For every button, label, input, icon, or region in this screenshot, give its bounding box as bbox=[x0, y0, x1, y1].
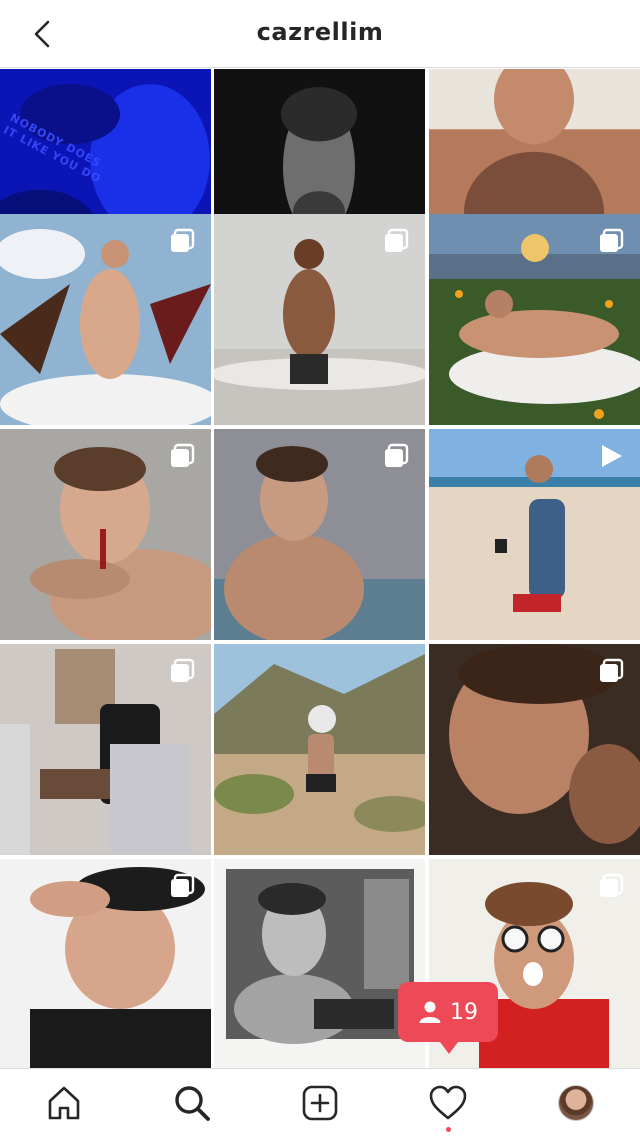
add-post-icon bbox=[302, 1085, 338, 1121]
carousel-icon bbox=[600, 658, 624, 682]
grid-post[interactable] bbox=[214, 214, 425, 425]
tab-profile[interactable] bbox=[556, 1083, 596, 1123]
carousel-icon bbox=[171, 873, 195, 897]
carousel-icon bbox=[171, 228, 195, 252]
grid-post[interactable] bbox=[429, 429, 640, 640]
video-icon bbox=[602, 445, 622, 467]
home-icon bbox=[48, 1086, 80, 1120]
heart-icon bbox=[429, 1085, 467, 1120]
grid-post[interactable] bbox=[214, 644, 425, 855]
page-title: cazrellim bbox=[256, 18, 384, 46]
carousel-icon bbox=[385, 228, 409, 252]
grid-post[interactable] bbox=[214, 859, 425, 1069]
activity-notification-dot bbox=[446, 1127, 451, 1132]
new-followers-toast[interactable]: 19 bbox=[398, 982, 498, 1054]
tab-activity[interactable] bbox=[428, 1083, 468, 1123]
tab-search[interactable] bbox=[172, 1083, 212, 1123]
post-thumbnail bbox=[214, 859, 425, 1069]
grid-post[interactable] bbox=[0, 859, 211, 1069]
grid-post[interactable] bbox=[429, 644, 640, 855]
follower-count: 19 bbox=[450, 999, 478, 1025]
search-icon bbox=[175, 1086, 210, 1121]
carousel-icon bbox=[171, 443, 195, 467]
carousel-icon bbox=[600, 228, 624, 252]
profile-header: cazrellim bbox=[0, 0, 640, 68]
person-icon bbox=[419, 1001, 441, 1023]
bottom-tab-bar bbox=[0, 1068, 640, 1138]
grid-post[interactable] bbox=[0, 644, 211, 855]
post-thumbnail bbox=[214, 644, 425, 855]
grid-post[interactable] bbox=[214, 429, 425, 640]
grid-post[interactable] bbox=[429, 214, 640, 425]
carousel-icon bbox=[385, 443, 409, 467]
photo-grid: NOBODY DOES IT LIKE YOU DO bbox=[0, 69, 640, 1069]
profile-avatar bbox=[558, 1085, 594, 1121]
carousel-icon bbox=[171, 658, 195, 682]
grid-post[interactable] bbox=[0, 214, 211, 425]
tab-home[interactable] bbox=[44, 1083, 84, 1123]
carousel-icon bbox=[600, 873, 624, 897]
grid-post[interactable] bbox=[0, 429, 211, 640]
tab-new-post[interactable] bbox=[300, 1083, 340, 1123]
